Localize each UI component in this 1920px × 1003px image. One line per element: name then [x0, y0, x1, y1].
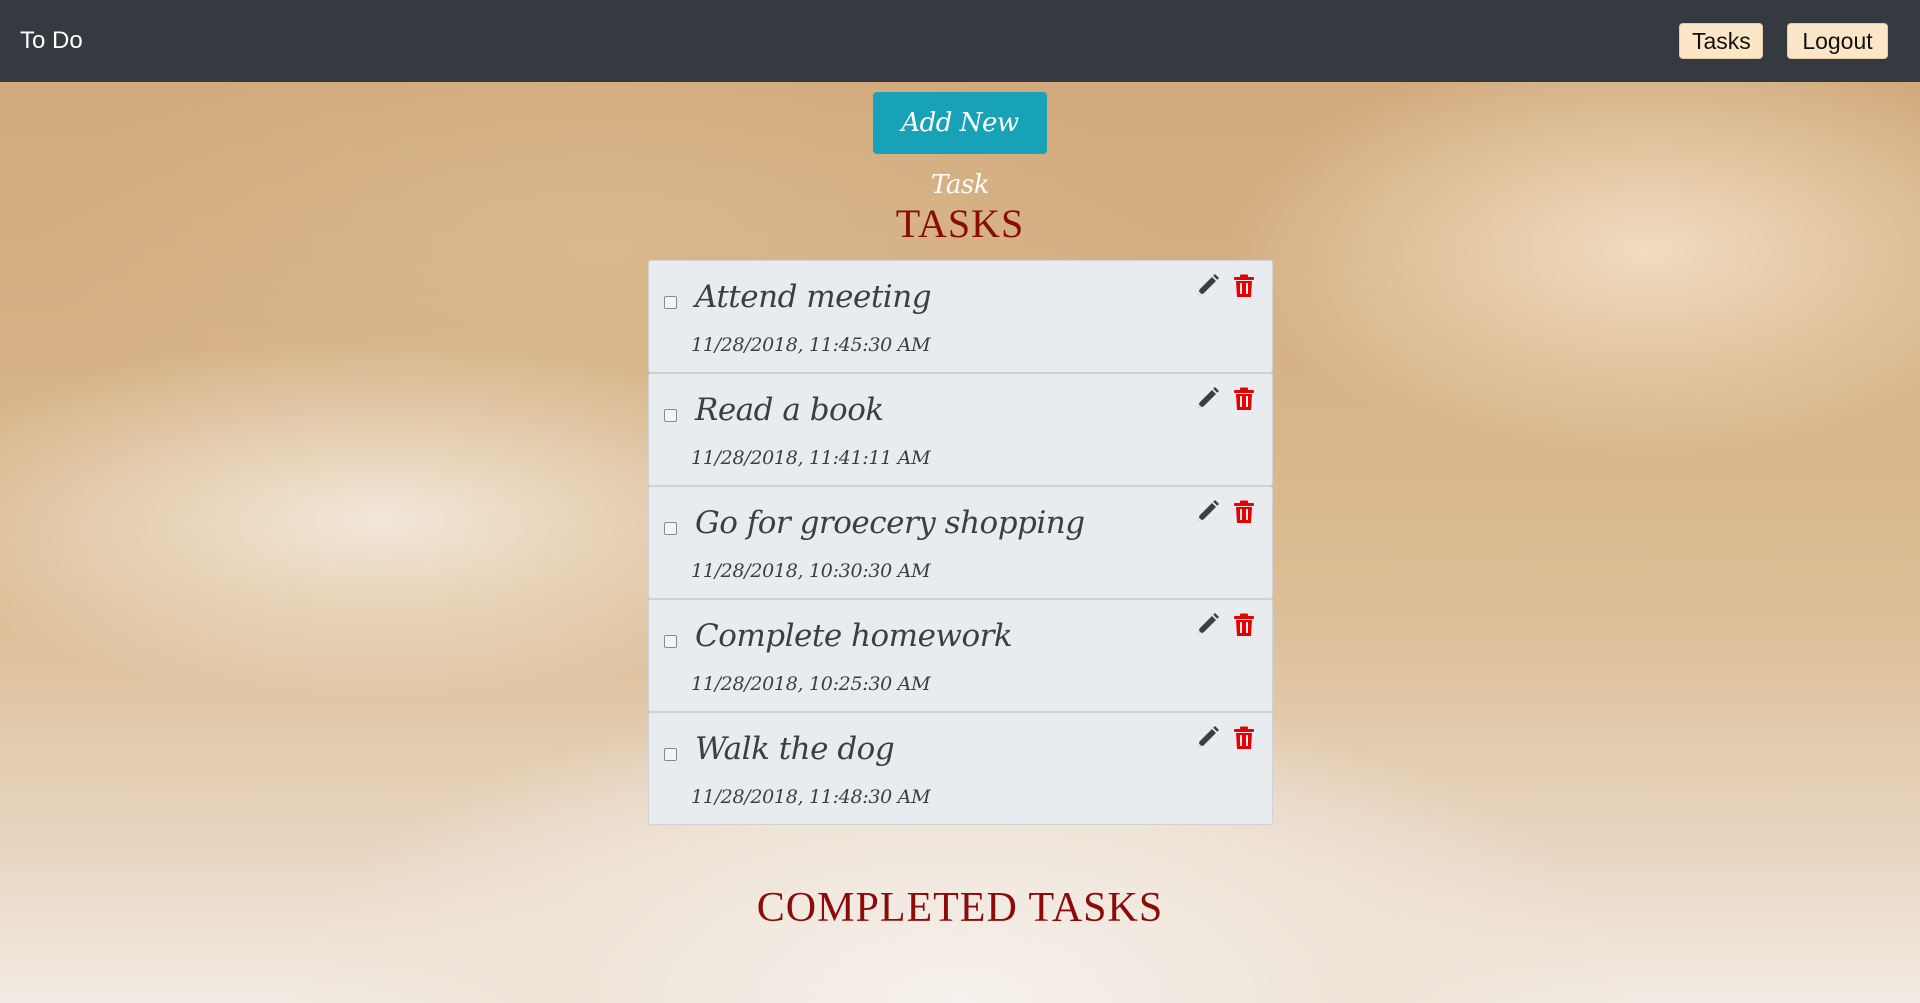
task-item: Attend meeting 11/28/2018, 11:45:30 AM	[648, 260, 1273, 373]
task-date: 11/28/2018, 10:25:30 AM	[691, 673, 931, 695]
task-item: Read a book 11/28/2018, 11:41:11 AM	[648, 373, 1273, 486]
pencil-icon[interactable]	[1194, 725, 1220, 751]
trash-icon[interactable]	[1233, 726, 1255, 750]
task-date: 11/28/2018, 11:48:30 AM	[691, 786, 931, 808]
trash-icon[interactable]	[1233, 500, 1255, 524]
task-list: Attend meeting 11/28/2018, 11:45:30 AM R…	[648, 260, 1273, 825]
task-title: Go for groecery shopping	[695, 505, 1085, 541]
navbar: To Do Tasks Logout	[0, 0, 1920, 82]
task-date: 11/28/2018, 10:30:30 AM	[691, 560, 931, 582]
tasks-heading: TASKS	[895, 201, 1025, 246]
task-checkbox[interactable]	[664, 748, 677, 761]
task-date: 11/28/2018, 11:45:30 AM	[691, 334, 931, 356]
trash-icon[interactable]	[1233, 387, 1255, 411]
add-new-task-button[interactable]: Add New Task	[873, 92, 1047, 200]
pencil-icon[interactable]	[1194, 386, 1220, 412]
tasks-nav-button[interactable]: Tasks	[1679, 23, 1763, 59]
trash-icon[interactable]	[1233, 274, 1255, 298]
task-checkbox[interactable]	[664, 522, 677, 535]
logout-button[interactable]: Logout	[1787, 23, 1888, 59]
trash-icon[interactable]	[1233, 613, 1255, 637]
brand-title[interactable]: To Do	[20, 27, 83, 55]
task-title: Attend meeting	[695, 279, 932, 315]
task-checkbox[interactable]	[664, 409, 677, 422]
pencil-icon[interactable]	[1194, 612, 1220, 638]
task-item: Complete homework 11/28/2018, 10:25:30 A…	[648, 599, 1273, 712]
task-item: Go for groecery shopping 11/28/2018, 10:…	[648, 486, 1273, 599]
task-date: 11/28/2018, 11:41:11 AM	[691, 447, 931, 469]
task-title: Read a book	[695, 392, 884, 428]
pencil-icon[interactable]	[1194, 273, 1220, 299]
completed-tasks-heading: COMPLETED TASKS	[756, 885, 1164, 931]
task-title: Walk the dog	[695, 731, 895, 767]
pencil-icon[interactable]	[1194, 499, 1220, 525]
task-title: Complete homework	[695, 618, 1013, 654]
task-checkbox[interactable]	[664, 635, 677, 648]
task-item: Walk the dog 11/28/2018, 11:48:30 AM	[648, 712, 1273, 825]
task-checkbox[interactable]	[664, 296, 677, 309]
